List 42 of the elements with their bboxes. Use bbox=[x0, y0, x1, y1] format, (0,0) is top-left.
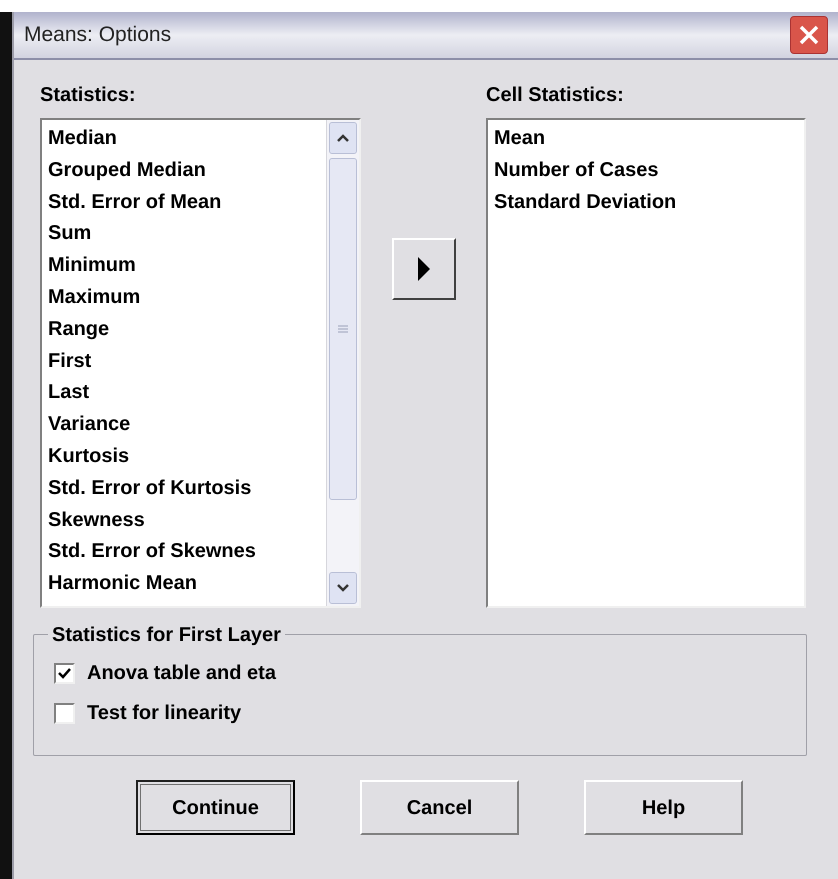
grip-icon bbox=[338, 325, 348, 333]
list-item[interactable]: Last bbox=[48, 377, 326, 410]
list-item[interactable]: First bbox=[48, 346, 326, 378]
dialog-button[interactable]: Help bbox=[584, 780, 743, 835]
list-item[interactable]: Std. Error of Mean bbox=[48, 186, 326, 218]
list-item[interactable]: Grouped Median bbox=[48, 154, 326, 187]
scroll-up-button[interactable] bbox=[329, 122, 357, 154]
list-item[interactable]: Variance bbox=[48, 409, 326, 441]
list-item[interactable]: Range bbox=[48, 314, 326, 346]
checkmark-icon bbox=[58, 666, 71, 680]
checkbox[interactable] bbox=[54, 702, 75, 724]
close-icon bbox=[798, 24, 820, 46]
list-item[interactable]: Harmonic Mean bbox=[48, 568, 326, 600]
checkbox-label: Test for linearity bbox=[87, 701, 242, 726]
triangle-right-icon bbox=[416, 255, 432, 283]
list-item[interactable]: Standard Deviation bbox=[494, 186, 804, 218]
list-item[interactable]: Number of Cases bbox=[494, 154, 804, 187]
list-label: Cell Statistics: bbox=[486, 83, 625, 108]
dialog-button[interactable]: Cancel bbox=[360, 780, 519, 835]
move-right-button[interactable] bbox=[392, 238, 456, 300]
list-item[interactable]: Skewness bbox=[48, 504, 326, 536]
close-button[interactable] bbox=[790, 16, 828, 54]
chevron-up-icon bbox=[336, 133, 350, 143]
scrollbar[interactable] bbox=[326, 120, 359, 606]
cell-statistics-list[interactable]: Mean Number of Cases Standard Deviation bbox=[486, 118, 806, 608]
checkbox-label: Anova table and eta bbox=[87, 661, 276, 686]
dialog-button[interactable]: Continue bbox=[136, 780, 295, 835]
checkbox[interactable] bbox=[54, 662, 75, 684]
statistics-list[interactable]: Median Grouped Median Std. Error of Mean Sum Minimum Maximum Range First Last Variance Kurtosis Std. Error of Kurtosis Skewness Std. Error of Skewnes Harmonic Mean bbox=[40, 118, 361, 608]
chevron-down-icon bbox=[336, 583, 350, 593]
list-item[interactable]: Std. Error of Skewnes bbox=[48, 536, 326, 568]
list-item[interactable]: Minimum bbox=[48, 250, 326, 282]
list-item[interactable]: Sum bbox=[48, 218, 326, 250]
list-item[interactable]: Std. Error of Kurtosis bbox=[48, 472, 326, 505]
list-item[interactable]: Maximum bbox=[48, 282, 326, 314]
list-item[interactable]: Mean bbox=[494, 123, 804, 155]
scroll-thumb[interactable] bbox=[329, 158, 357, 500]
scroll-down-button[interactable] bbox=[329, 572, 357, 604]
window-title: Means: Options bbox=[24, 22, 172, 48]
list-item[interactable]: Kurtosis bbox=[48, 440, 326, 473]
list-label: Statistics: bbox=[40, 83, 137, 108]
list-item[interactable]: Median bbox=[48, 123, 326, 155]
